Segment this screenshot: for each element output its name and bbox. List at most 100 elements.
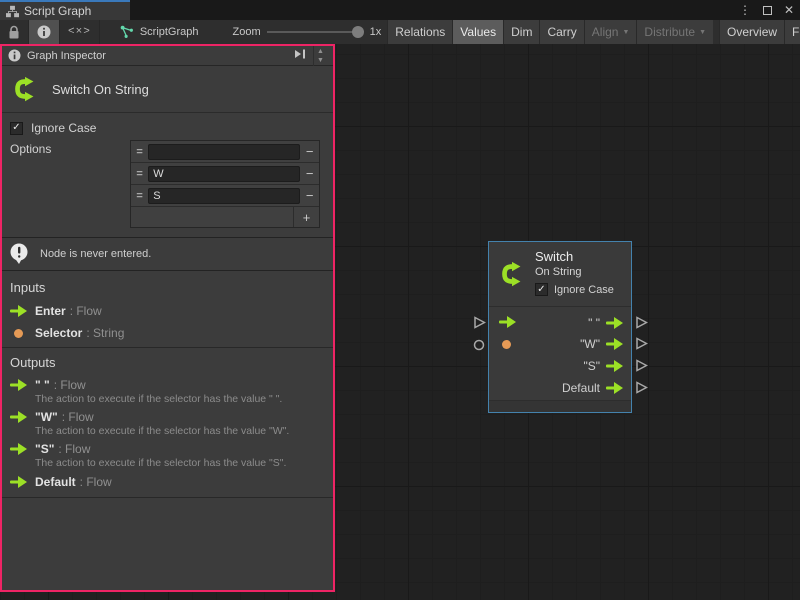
flow-arrow-icon (10, 443, 27, 455)
external-flow-socket[interactable] (635, 337, 648, 350)
flow-arrow-icon (10, 379, 27, 391)
tab-title: Script Graph (24, 4, 91, 18)
zoom-slider[interactable] (267, 20, 364, 44)
warning-bubble-icon (9, 243, 31, 265)
input-port-row: Selector : String (10, 326, 124, 340)
outputs-header: Outputs (10, 355, 56, 370)
input-port-row: Enter : Flow (10, 304, 102, 318)
external-value-socket[interactable] (473, 339, 485, 351)
inspector-scrollbar[interactable]: ▲ ▼ (313, 46, 327, 66)
zoom-slider-handle[interactable] (352, 26, 364, 38)
options-label: Options (10, 142, 51, 156)
remove-option-button[interactable]: − (300, 188, 319, 203)
node-input-selector-port[interactable] (502, 340, 511, 349)
divider (2, 497, 333, 498)
info-icon (8, 49, 21, 62)
node-subtitle: On String (535, 266, 581, 278)
relations-button[interactable]: Relations (387, 20, 452, 44)
divider (2, 347, 333, 348)
node-output-port[interactable]: " " (588, 316, 623, 330)
close-icon[interactable]: ✕ (784, 0, 794, 20)
value-port-icon (14, 329, 23, 338)
node-output-port[interactable]: "S" (583, 359, 623, 373)
add-option-button[interactable]: + (293, 207, 319, 227)
inspector-toggle-button[interactable] (29, 20, 60, 44)
warning-banner: Node is never entered. (2, 237, 333, 271)
node-ignore-case-checkbox[interactable]: ✓ Ignore Case (535, 283, 614, 296)
code-icon: <×> (68, 26, 91, 38)
inspector-node-title: Switch On String (52, 82, 149, 97)
option-input[interactable] (148, 144, 300, 160)
option-input[interactable] (148, 166, 300, 182)
node-output-port[interactable]: "W" (580, 337, 623, 351)
inspector-node-title-block: Switch On String (2, 66, 333, 113)
flow-arrow-icon (499, 316, 516, 328)
values-button[interactable]: Values (452, 20, 503, 44)
flow-arrow-icon (606, 382, 623, 394)
toolbar-toggle-group: Relations Values Dim Carry Align▼ Distri… (387, 20, 800, 44)
flow-arrow-icon (606, 317, 623, 329)
node-input-enter-port[interactable] (499, 316, 516, 328)
remove-option-button[interactable]: − (300, 144, 319, 159)
external-flow-socket[interactable] (635, 359, 648, 372)
dock-panel-button[interactable] (293, 48, 307, 63)
checkbox-check-icon[interactable]: ✓ (10, 122, 23, 135)
inspector-header: Graph Inspector ▲ ▼ (2, 46, 333, 66)
flow-arrow-icon (606, 360, 623, 372)
flow-arrow-icon (606, 338, 623, 350)
value-port-icon (502, 340, 511, 349)
maximize-icon[interactable] (763, 6, 772, 15)
script-graph-icon (120, 25, 134, 39)
external-flow-socket[interactable] (635, 381, 648, 394)
drag-handle-icon[interactable]: = (131, 146, 148, 158)
switch-node-header[interactable]: Switch On String ✓ Ignore Case (489, 242, 631, 307)
switch-icon (10, 74, 40, 104)
output-port-row: "S" : Flow (10, 442, 90, 456)
remove-option-button[interactable]: − (300, 166, 319, 181)
scroll-up-icon[interactable]: ▲ (317, 47, 324, 56)
carry-button[interactable]: Carry (539, 20, 583, 44)
option-row: = − (131, 185, 319, 207)
window-menu-icon[interactable]: ⋮ (739, 0, 751, 20)
ignore-case-label: Ignore Case (31, 121, 96, 135)
node-title: Switch (535, 249, 573, 264)
script-graph-window: Script Graph ⋮ ✕ <×> ScriptGraph Zoom 1x (0, 0, 800, 600)
checkbox-check-icon[interactable]: ✓ (535, 283, 548, 296)
node-output-port[interactable]: Default (562, 381, 623, 395)
flow-arrow-icon (10, 476, 27, 488)
scroll-down-icon[interactable]: ▼ (317, 56, 324, 65)
chevron-down-icon: ▼ (622, 29, 629, 36)
flow-arrow-icon (10, 411, 27, 423)
dim-button[interactable]: Dim (503, 20, 539, 44)
clear-errors-button[interactable]: <×> (60, 20, 100, 44)
dock-right-icon (293, 48, 307, 60)
output-port-row: " " : Flow (10, 378, 86, 392)
graph-toolbar: <×> ScriptGraph Zoom 1x Relations Values… (0, 20, 800, 44)
output-port-desc: The action to execute if the selector ha… (35, 425, 289, 437)
option-input[interactable] (148, 188, 300, 204)
chevron-down-icon: ▼ (699, 29, 706, 36)
distribute-dropdown[interactable]: Distribute▼ (636, 20, 713, 44)
drag-handle-icon[interactable]: = (131, 190, 148, 202)
align-dropdown[interactable]: Align▼ (584, 20, 637, 44)
fullscreen-button[interactable]: Full Screen (784, 20, 800, 44)
tab-script-graph[interactable]: Script Graph (0, 0, 130, 20)
graph-reference[interactable]: ScriptGraph (114, 20, 205, 44)
drag-handle-icon[interactable]: = (131, 168, 148, 180)
option-row: = − (131, 163, 319, 185)
zoom-slider-track[interactable] (267, 31, 355, 33)
node-footer (489, 400, 631, 412)
external-flow-socket[interactable] (635, 316, 648, 329)
tab-bar: Script Graph ⋮ ✕ (0, 0, 800, 20)
warning-text: Node is never entered. (40, 248, 151, 260)
switch-node[interactable]: Switch On String ✓ Ignore Case " " "W" (488, 241, 632, 413)
overview-button[interactable]: Overview (719, 20, 784, 44)
flow-arrow-icon (10, 305, 27, 317)
output-port-row: Default : Flow (10, 475, 112, 489)
output-port-desc: The action to execute if the selector ha… (35, 457, 286, 469)
external-flow-socket[interactable] (473, 316, 486, 329)
inputs-header: Inputs (10, 280, 45, 295)
info-icon (37, 25, 51, 39)
lock-button[interactable] (0, 20, 29, 44)
ignore-case-checkbox[interactable]: ✓ Ignore Case (10, 121, 96, 135)
